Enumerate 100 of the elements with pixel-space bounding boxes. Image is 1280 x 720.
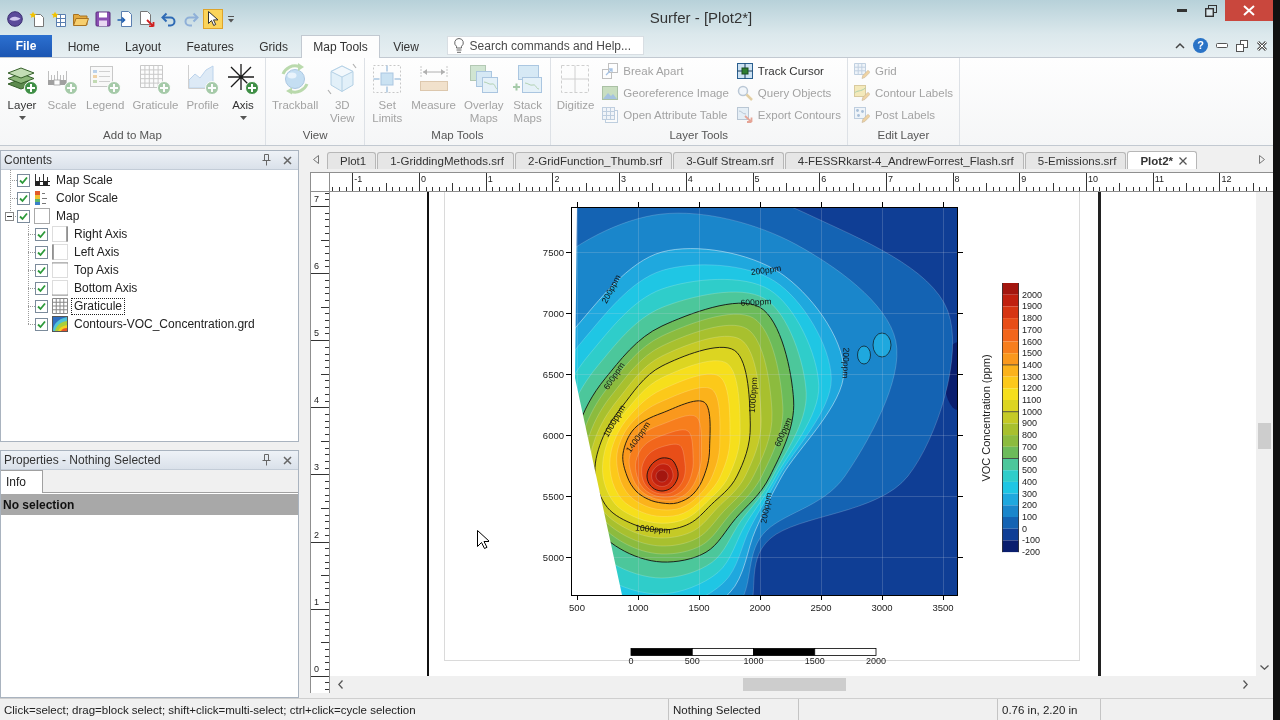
contour-pencil-icon <box>853 85 870 101</box>
checkbox[interactable] <box>17 209 30 223</box>
axis-frame-icon <box>52 262 68 278</box>
save-icon[interactable] <box>95 11 111 27</box>
ribbon-tab[interactable]: Features <box>173 35 247 57</box>
document-tab[interactable]: 1-GriddingMethods.srf <box>377 152 514 169</box>
color-scale-label: 300 <box>1022 488 1038 499</box>
restore-icon[interactable] <box>1204 4 1217 17</box>
document-tab[interactable]: 3-Gulf Stream.srf <box>673 152 784 169</box>
caret-left-icon[interactable] <box>313 155 319 164</box>
checkbox[interactable] <box>35 227 48 241</box>
collapse-icon[interactable] <box>5 211 14 221</box>
cube-icon <box>326 63 359 95</box>
close-icon[interactable] <box>283 155 292 165</box>
caret-down-icon[interactable] <box>1260 665 1269 670</box>
ruler-label: 2 <box>554 174 560 184</box>
ribbon-button[interactable]: Axis <box>224 60 262 126</box>
checkbox[interactable] <box>35 299 48 313</box>
file-menu-button[interactable]: File <box>0 35 52 57</box>
grid-pencil-icon <box>853 63 870 79</box>
document-tab[interactable]: Plot2* <box>1127 151 1197 169</box>
ribbon-tab[interactable]: View <box>380 35 432 57</box>
new-document-icon[interactable] <box>29 11 45 27</box>
caret-right-icon[interactable] <box>1259 155 1265 164</box>
document-tab[interactable]: 5-Emissions.srf <box>1024 152 1127 169</box>
color-scale-label: 1200 <box>1022 383 1043 394</box>
tree-item[interactable]: Right Axis <box>71 225 131 243</box>
app-logo-icon[interactable] <box>7 11 23 27</box>
close-icon[interactable] <box>283 455 292 465</box>
group-label: Edit Layer <box>876 128 931 143</box>
tree-item[interactable]: Graticule <box>71 297 126 315</box>
group-label: Map Tools <box>430 128 485 143</box>
cursor-position: 0.76 in, 2.20 in <box>1002 703 1078 716</box>
pin-icon[interactable] <box>262 154 271 166</box>
ribbon-tab[interactable]: Home <box>55 35 113 57</box>
color-scale-label: 800 <box>1022 430 1038 441</box>
document-tab[interactable]: 4-FESSRkarst-4_AndrewForrest_Flash.srf <box>784 152 1024 169</box>
scale-bar-label: 0 <box>628 656 634 666</box>
tree-item[interactable]: Map Scale <box>53 171 116 189</box>
pin-icon[interactable] <box>262 454 271 466</box>
ribbon-tab[interactable]: Map Tools <box>300 35 381 58</box>
select-tool-button[interactable] <box>203 9 223 29</box>
axis-tick-label: 5000 <box>542 551 564 563</box>
close-icon[interactable] <box>1225 0 1273 21</box>
close-icon[interactable] <box>1179 156 1187 165</box>
checkbox[interactable] <box>35 317 48 331</box>
ribbon-button[interactable]: Layer <box>3 60 41 126</box>
close-icon[interactable] <box>1256 39 1268 52</box>
checkbox[interactable] <box>35 263 48 277</box>
checkbox[interactable] <box>17 191 30 205</box>
color-scale-label: 0 <box>1022 523 1027 534</box>
caret-right-icon[interactable] <box>1243 680 1248 689</box>
tree-item[interactable]: Color Scale <box>53 189 122 207</box>
tree-item[interactable]: Top Axis <box>71 261 122 279</box>
image-icon <box>602 85 619 101</box>
contour-thumbnail-icon <box>52 316 68 332</box>
ruler-label: 6 <box>821 174 827 184</box>
ribbon-button[interactable]: Track Cursor <box>733 60 844 82</box>
document-tab[interactable]: Plot1 <box>327 152 377 169</box>
checkbox[interactable] <box>35 245 48 259</box>
document-arrow-icon[interactable] <box>139 11 155 27</box>
search-field[interactable]: Search commands and Help... <box>446 36 644 55</box>
checkbox[interactable] <box>35 281 48 295</box>
contour-label: 200ppm <box>840 347 852 379</box>
document-tab[interactable]: 2-GridFunction_Thumb.srf <box>515 152 673 169</box>
ruler-label: 7 <box>887 174 893 184</box>
group-label: Layer Tools <box>668 128 730 143</box>
scrollbar-thumb[interactable] <box>743 678 846 691</box>
minimize-icon[interactable] <box>1176 9 1187 12</box>
contour-label: 600ppm <box>740 296 772 308</box>
crosshair-icon <box>736 63 753 79</box>
ribbon-tab[interactable]: Layout <box>112 35 174 57</box>
caret-icon[interactable] <box>227 15 235 23</box>
color-scale-label: 1300 <box>1022 371 1043 382</box>
minimize-icon[interactable] <box>1216 43 1228 48</box>
color-scale-label: 1800 <box>1022 313 1043 324</box>
new-sheet-icon[interactable] <box>51 11 67 27</box>
axis-frame-icon <box>52 244 68 260</box>
undo-icon[interactable] <box>161 11 177 27</box>
scrollbar-thumb[interactable] <box>1258 423 1271 449</box>
color-scale-label: -200 <box>1022 547 1040 558</box>
axis-tick-label: 1000 <box>627 602 649 613</box>
panel-tab[interactable]: Info <box>1 470 43 493</box>
help-button[interactable]: ? <box>1193 38 1208 53</box>
restore-icon[interactable] <box>1236 39 1248 52</box>
tree-item[interactable]: Bottom Axis <box>71 279 141 297</box>
ruler-label: 11 <box>1154 174 1165 184</box>
ribbon-tab[interactable]: Grids <box>246 35 301 57</box>
color-scale-label: 2000 <box>1022 289 1043 300</box>
color-scale-label: 700 <box>1022 441 1038 452</box>
tree-item[interactable]: Left Axis <box>71 243 123 261</box>
tree-item[interactable]: Contours-VOC_Concentration.grd <box>71 315 258 333</box>
caret-up-icon[interactable] <box>1175 42 1185 49</box>
caret-left-icon[interactable] <box>338 680 343 689</box>
document-arrow-icon[interactable] <box>117 11 133 27</box>
tree-item[interactable]: Map <box>53 207 83 225</box>
checkbox[interactable] <box>17 173 30 187</box>
ruler-label: 4 <box>687 174 693 184</box>
folder-icon[interactable] <box>73 11 89 27</box>
ruler-label: 10 <box>1088 174 1098 184</box>
